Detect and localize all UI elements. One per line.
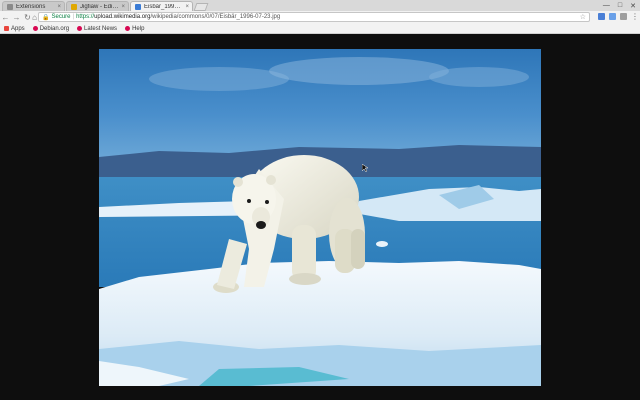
tab-jigfiaw-edit-item[interactable]: Jigfiaw - Edit Item × [66, 1, 129, 11]
apps-grid-icon [4, 26, 9, 31]
url-host: upload.wikimedia.org [94, 14, 151, 20]
bookmark-help[interactable]: Help [125, 26, 144, 32]
bookmark-latest-news[interactable]: Latest News [77, 26, 117, 32]
forward-icon[interactable]: → [11, 12, 22, 23]
puzzle-piece-icon [7, 3, 13, 10]
tab-extensions[interactable]: Extensions × [2, 1, 65, 11]
debian-swirl-icon [32, 26, 38, 31]
help-icon [125, 26, 131, 31]
url-path: /wikipedia/commons/0/07/Eisbär_1996-07-2… [150, 14, 281, 20]
wikimedia-icon [135, 3, 141, 10]
bookmark-label: Debian.org [39, 25, 70, 32]
lock-icon: 🔒 [42, 14, 50, 21]
tab-title: Eisbär_1996-07-23.jpg [144, 3, 182, 10]
tab-title: Jigfiaw - Edit Item [80, 3, 118, 10]
extension-icon[interactable] [620, 13, 627, 20]
tab-eisbar-image[interactable]: Eisbär_1996-07-23.jpg × [130, 1, 193, 11]
address-bar[interactable]: 🔒 Secure | https:// upload.wikimedia.org… [38, 12, 590, 22]
close-window-icon[interactable]: ✕ [630, 2, 636, 10]
tab-close-icon[interactable]: × [57, 4, 61, 10]
minimize-icon[interactable]: — [603, 2, 610, 9]
tab-title: Extensions [16, 3, 46, 10]
browser-toolbar: ← → ↻ ⌂ 🔒 Secure | https:// upload.wikim… [0, 11, 640, 24]
back-icon[interactable]: ← [0, 12, 11, 23]
menu-icon[interactable]: ⋮ [631, 12, 639, 21]
separator: | [72, 14, 75, 20]
bookmark-star-icon[interactable]: ☆ [580, 13, 586, 21]
bookmarks-bar: Apps Debian.org Latest News Help [0, 24, 640, 34]
window-controls: — □ ✕ [603, 0, 636, 11]
tab-close-icon[interactable]: × [185, 4, 189, 10]
bookmark-label: Help [132, 25, 145, 32]
page-favicon-icon [71, 3, 77, 10]
tab-close-icon[interactable]: × [121, 4, 125, 10]
extension-icon[interactable] [598, 13, 605, 20]
url-scheme: https:// [76, 14, 95, 20]
polar-bear-photo[interactable] [99, 49, 541, 386]
page-viewport [0, 35, 640, 400]
bookmark-label: Latest News [84, 25, 118, 32]
bookmark-apps[interactable]: Apps [4, 26, 25, 32]
extension-icon[interactable] [609, 13, 616, 20]
bookmark-debian[interactable]: Debian.org [32, 25, 70, 32]
secure-label: Secure [51, 14, 71, 20]
maximize-icon[interactable]: □ [618, 2, 622, 9]
mouse-cursor-icon [362, 164, 368, 172]
news-icon [77, 26, 83, 31]
bookmark-label: Apps [11, 25, 25, 32]
new-tab-button[interactable] [193, 3, 209, 11]
